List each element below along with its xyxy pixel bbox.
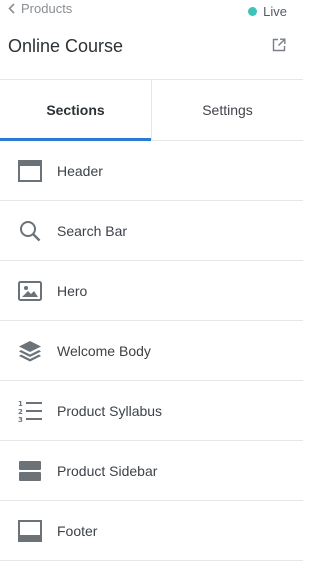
- section-label: Header: [57, 162, 103, 179]
- top-bar: Products Live Online Course: [0, 0, 303, 80]
- section-label: Welcome Body: [57, 342, 151, 359]
- section-item-search-bar[interactable]: Search Bar: [0, 201, 303, 261]
- back-to-products-link[interactable]: Products: [8, 1, 72, 16]
- section-item-product-syllabus[interactable]: 1 2 3 Product Syllabus: [0, 381, 303, 441]
- search-icon: [17, 218, 43, 244]
- section-label: Search Bar: [57, 222, 128, 239]
- section-item-header[interactable]: Header: [0, 141, 303, 201]
- live-status: Live: [248, 4, 287, 19]
- layout-footer-icon: [17, 518, 43, 544]
- section-label: Product Syllabus: [57, 402, 163, 419]
- live-label: Live: [263, 4, 287, 19]
- image-icon: [17, 278, 43, 304]
- section-label: Product Sidebar: [57, 462, 158, 479]
- chevron-left-icon: [8, 3, 15, 14]
- layout-header-icon: [17, 158, 43, 184]
- tab-sections[interactable]: Sections: [0, 80, 151, 141]
- layers-icon: [17, 338, 43, 364]
- section-item-product-sidebar[interactable]: Product Sidebar: [0, 441, 303, 501]
- live-dot-icon: [248, 7, 258, 16]
- tab-settings[interactable]: Settings: [151, 80, 303, 140]
- open-external-button[interactable]: [272, 38, 286, 57]
- svg-text:3: 3: [18, 416, 23, 423]
- svg-text:2: 2: [18, 408, 23, 416]
- split-rows-icon: [17, 458, 43, 484]
- section-item-footer[interactable]: Footer: [0, 501, 303, 561]
- external-link-icon: [272, 38, 286, 52]
- numbered-list-icon: 1 2 3: [17, 398, 43, 424]
- svg-text:1: 1: [18, 400, 23, 408]
- tab-bar: Sections Settings: [0, 80, 303, 141]
- sections-list: Header Search Bar Hero Welcome Body 1 2 …: [0, 141, 303, 561]
- section-item-welcome-body[interactable]: Welcome Body: [0, 321, 303, 381]
- section-label: Hero: [57, 282, 88, 299]
- section-label: Footer: [57, 522, 98, 539]
- page-title: Online Course: [8, 36, 124, 56]
- back-label: Products: [21, 1, 73, 16]
- section-item-hero[interactable]: Hero: [0, 261, 303, 321]
